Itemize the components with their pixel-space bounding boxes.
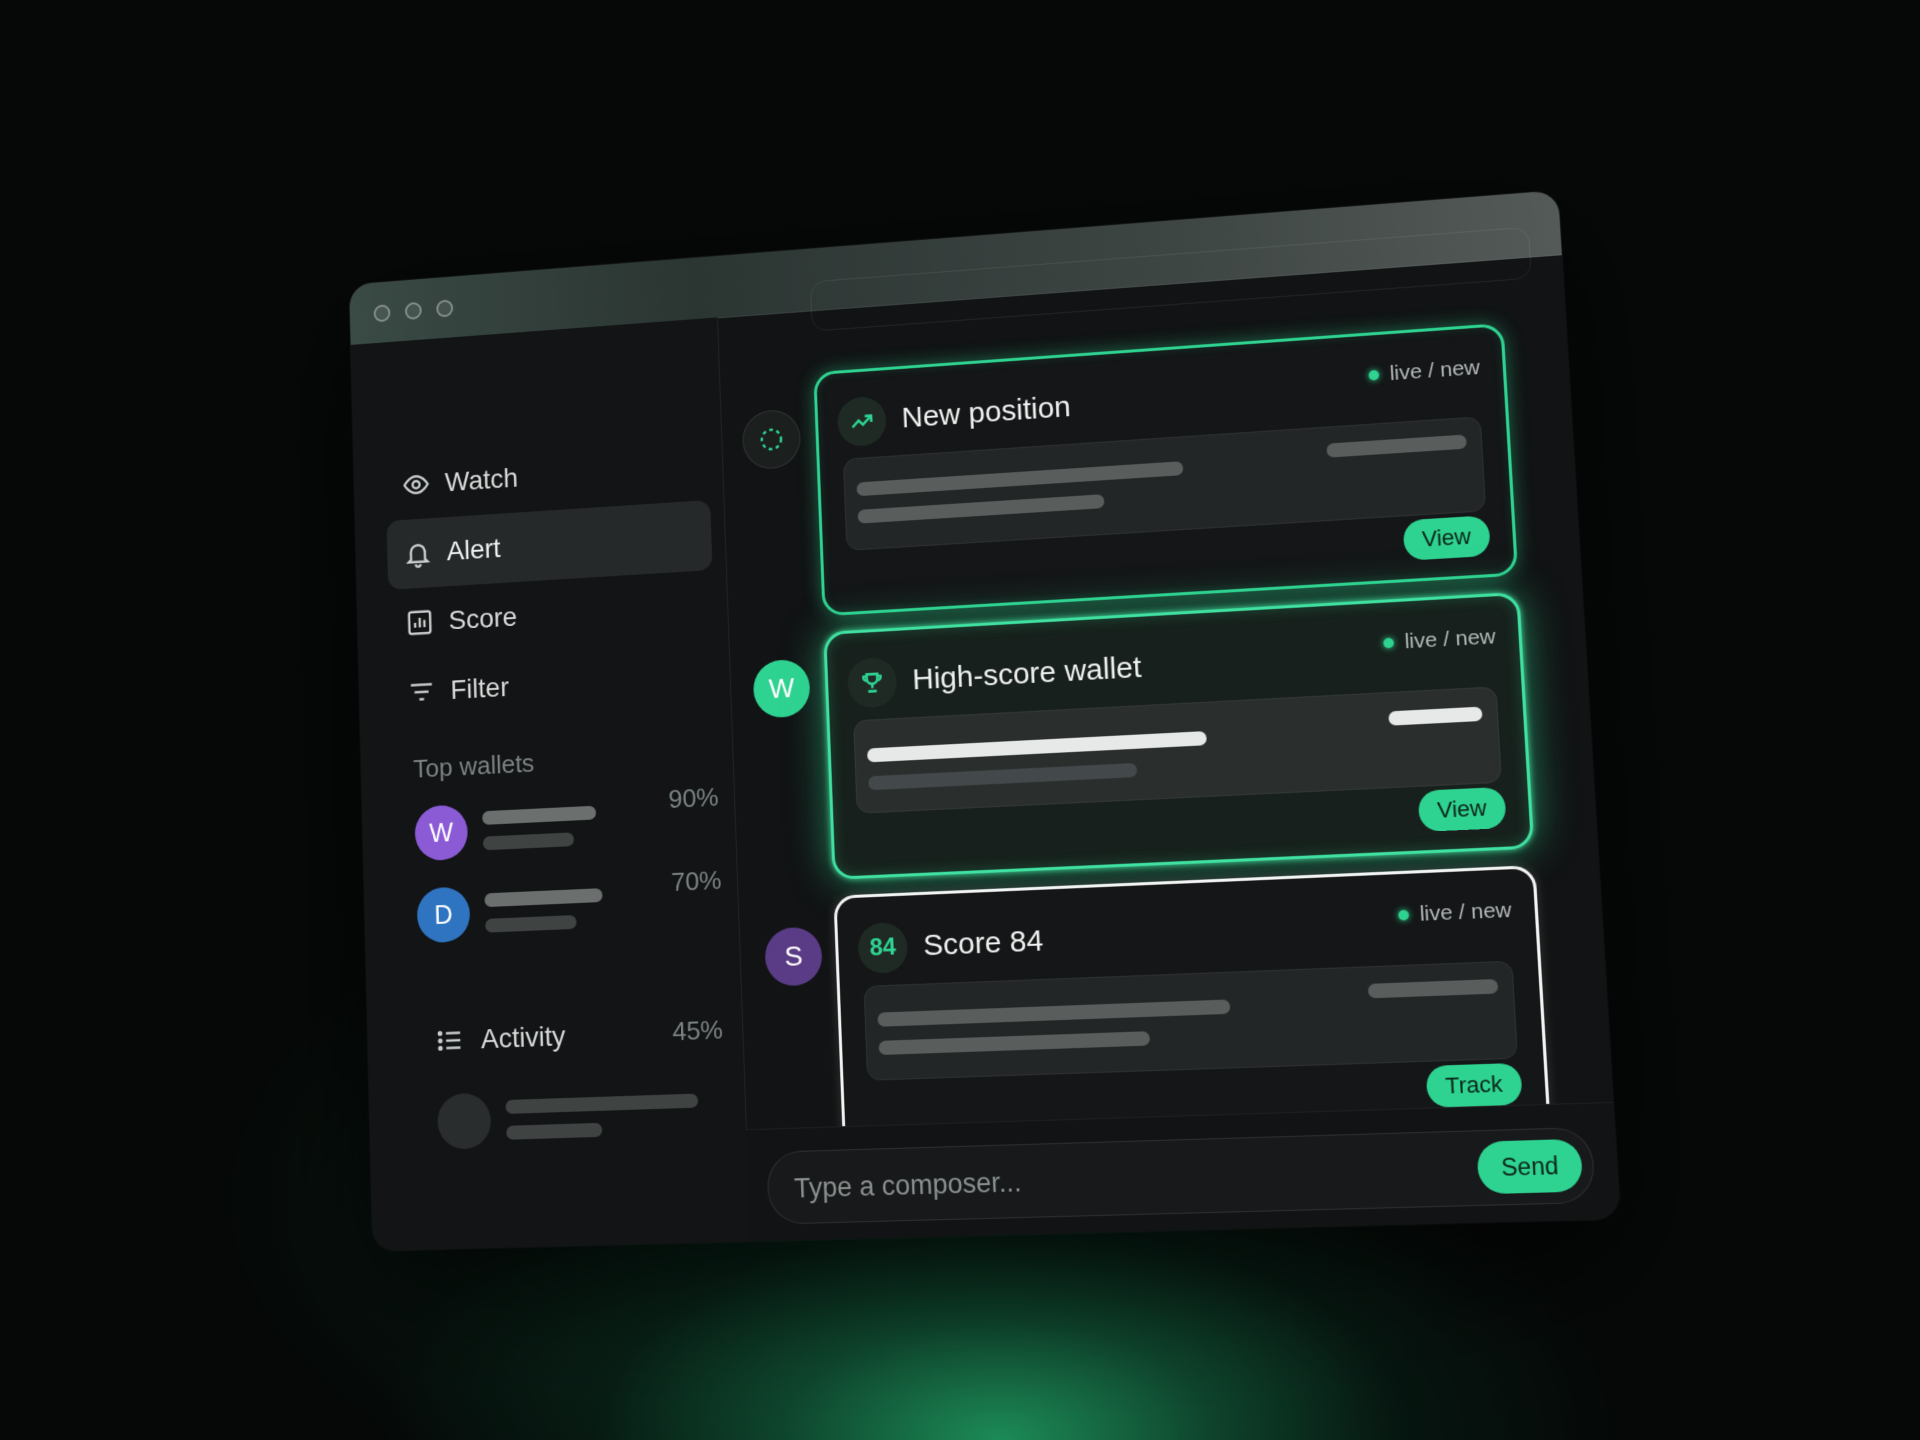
sidebar-item-label: Score [448,601,518,636]
card-content-placeholder [863,960,1519,1081]
view-button[interactable]: View [1402,515,1491,561]
activity-placeholder-row [436,1086,700,1150]
avatar: S [764,926,824,987]
chart-icon [405,607,434,638]
list-icon [435,1025,464,1056]
composer-input[interactable] [790,1132,1430,1226]
feed-panel: New position live / new View W High-scor… [717,226,1621,1242]
sidebar-item-label: Alert [446,532,501,567]
app-window: Watch Alert Score Filter Top wallets W 9… [349,190,1621,1252]
track-button[interactable]: Track [1425,1062,1523,1108]
loader-icon [741,408,802,471]
wallet-item[interactable]: D 70% [416,865,723,944]
trophy-icon [846,656,898,709]
status-badge: live / new [1383,625,1496,656]
maximize-window-button[interactable] [436,299,454,318]
card-content-placeholder [842,416,1487,551]
filter-icon [407,677,436,708]
activity-percent: 45% [671,1014,724,1047]
alert-card[interactable]: 84 Score 84 live / new Track [833,865,1551,1148]
sidebar-item-label: Watch [444,462,519,498]
bell-icon [404,538,433,568]
card-title: High-score wallet [911,650,1143,697]
stage: Watch Alert Score Filter Top wallets W 9… [0,0,1920,1440]
status-badge: live / new [1368,356,1481,388]
avatar [436,1092,492,1150]
card-content-placeholder [853,686,1502,814]
sidebar-nav: Watch Alert Score Filter [385,430,718,728]
activity-item[interactable]: Activity [435,1020,566,1056]
live-dot-icon [1383,637,1395,649]
live-dot-icon [1398,909,1410,921]
close-window-button[interactable] [373,304,391,323]
wallet-placeholder [482,805,597,851]
card-title: New position [901,390,1072,435]
eye-icon [402,469,431,499]
view-button[interactable]: View [1417,786,1507,832]
wallet-item[interactable]: W 90% [414,782,720,862]
sidebar-item-label: Filter [450,671,510,705]
trend-up-icon [836,395,888,448]
avatar: W [414,804,469,862]
send-button[interactable]: Send [1476,1138,1584,1195]
avatar: W [752,658,811,719]
sidebar: Watch Alert Score Filter Top wallets W 9… [350,317,751,1252]
window-controls [373,299,454,323]
card-title: Score 84 [922,924,1044,963]
alert-card[interactable]: New position live / new View [813,322,1519,617]
wallet-percent: 90% [667,781,720,814]
composer: Send [766,1126,1596,1226]
wallet-placeholder [484,888,603,933]
activity-label: Activity [480,1020,566,1055]
alert-card-highlighted[interactable]: High-score wallet live / new View [823,591,1535,880]
live-dot-icon [1368,369,1380,381]
status-badge: live / new [1398,898,1512,927]
wallet-percent: 70% [670,864,723,897]
score-badge: 84 [857,921,909,975]
avatar: D [416,886,471,944]
minimize-window-button[interactable] [404,301,422,321]
top-wallets-label: Top wallets [412,748,535,784]
